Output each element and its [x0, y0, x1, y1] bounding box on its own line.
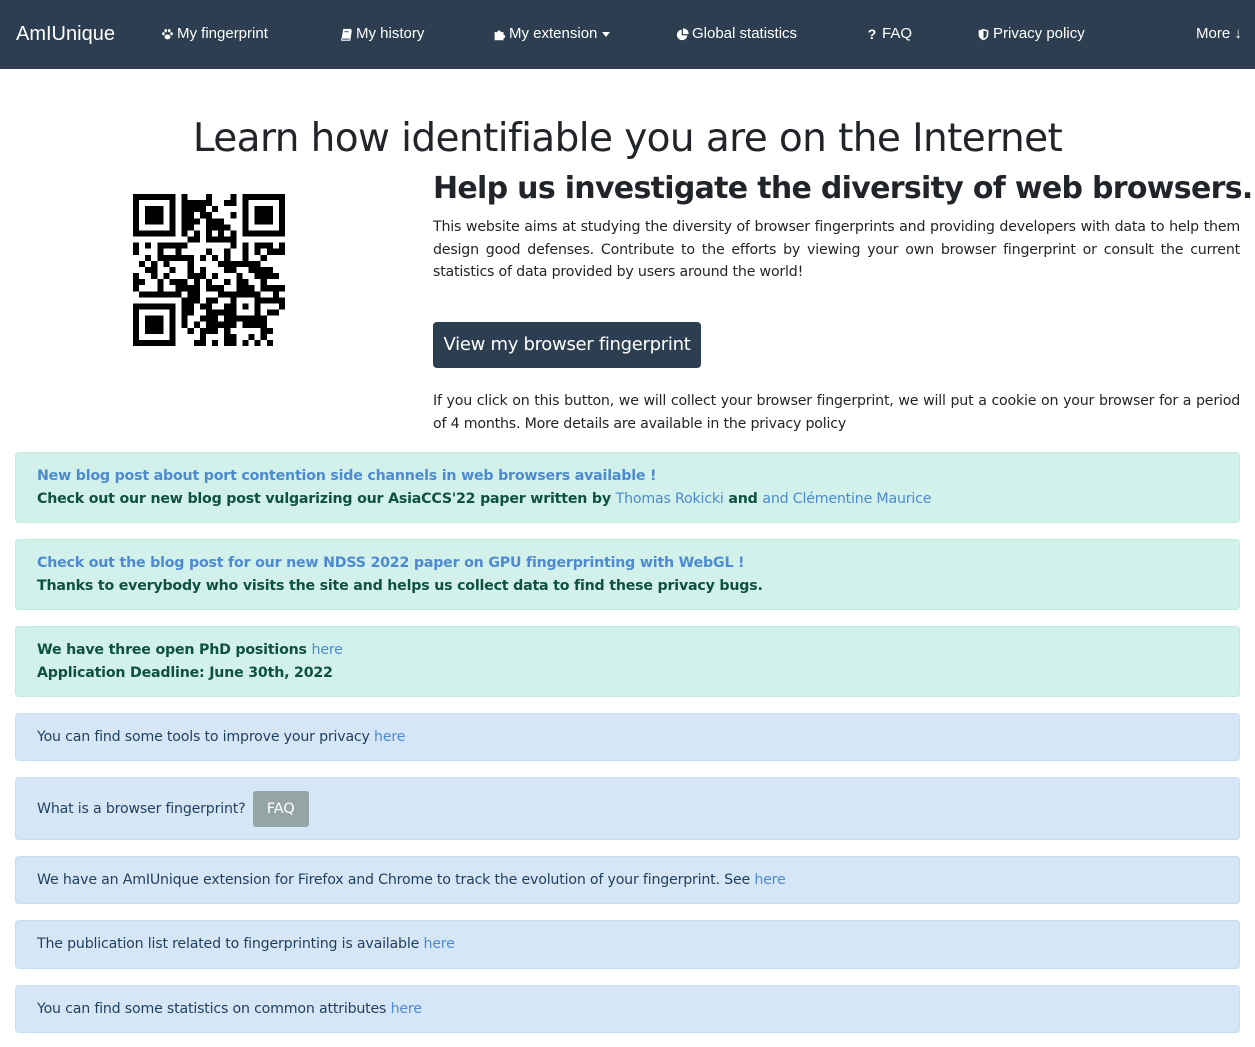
- alert-port-contention: New blog post about port contention side…: [15, 452, 1240, 523]
- what-is-text: What is a browser fingerprint?: [37, 801, 250, 817]
- blog-port-link[interactable]: New blog post about port contention side…: [37, 468, 656, 484]
- nav-faq-label: FAQ: [882, 25, 913, 42]
- alert-extension: We have an AmIUnique extension for Firef…: [15, 856, 1240, 904]
- blog-port-text: Check out our new blog post vulgarizing …: [37, 491, 616, 507]
- qr-code: [133, 194, 285, 346]
- blog-gpu-link[interactable]: Check out the blog post for our new NDSS…: [37, 555, 744, 571]
- nav-my-extension-label: My extension: [509, 25, 598, 42]
- alert-statistics: You can find some statistics on common a…: [15, 985, 1240, 1033]
- view-fingerprint-button[interactable]: View my browser fingerprint: [433, 322, 701, 368]
- question-icon: ?: [867, 26, 877, 42]
- nav-global-statistics-label: Global statistics: [692, 25, 798, 42]
- phd-deadline: Application Deadline: June 30th, 2022: [37, 665, 333, 681]
- page-subtitle: Help us investigate the diversity of web…: [433, 171, 1253, 206]
- brand-link[interactable]: AmIUnique: [16, 22, 115, 46]
- blog-port-and: and: [723, 491, 763, 507]
- nav-global-statistics[interactable]: Global statistics: [675, 24, 797, 44]
- author-maurice-link[interactable]: and Clémentine Maurice: [762, 491, 931, 507]
- publications-text: The publication list related to fingerpr…: [37, 936, 424, 952]
- statistics-here-link[interactable]: here: [391, 1001, 422, 1017]
- nav-my-history[interactable]: My history: [339, 24, 424, 44]
- author-rokicki-link[interactable]: Thomas Rokicki: [616, 491, 724, 507]
- statistics-text: You can find some statistics on common a…: [37, 1001, 391, 1017]
- nav-more[interactable]: More ↓: [1196, 24, 1242, 44]
- nav-my-extension[interactable]: My extension: [492, 24, 611, 44]
- phd-text: We have three open PhD positions: [37, 642, 312, 658]
- nav-my-fingerprint-label: My fingerprint: [177, 25, 268, 42]
- blog-gpu-text: Thanks to everybody who visits the site …: [37, 578, 763, 594]
- puzzle-icon: [492, 27, 506, 41]
- publications-here-link[interactable]: here: [423, 936, 454, 952]
- alert-gpu-fingerprinting: Check out the blog post for our new NDSS…: [15, 539, 1240, 610]
- alert-phd-positions: We have three open PhD positions here Ap…: [15, 626, 1240, 697]
- nav-privacy-policy[interactable]: Privacy policy: [976, 24, 1085, 44]
- alert-publications: The publication list related to fingerpr…: [15, 920, 1240, 969]
- nav-faq[interactable]: ? FAQ: [865, 24, 912, 44]
- nav-my-history-label: My history: [356, 25, 425, 42]
- nav-privacy-policy-label: Privacy policy: [993, 25, 1085, 42]
- pie-chart-icon: [675, 27, 689, 41]
- extension-text: We have an AmIUnique extension for Firef…: [37, 872, 755, 888]
- chevron-down-icon: [602, 31, 611, 37]
- tools-here-link[interactable]: here: [374, 729, 405, 745]
- intro-paragraph: This website aims at studying the divers…: [433, 219, 1240, 280]
- page-title: Learn how identifiable you are on the In…: [192, 116, 1063, 161]
- paw-icon: [160, 27, 174, 41]
- shield-icon: [976, 27, 990, 41]
- top-navbar: AmIUnique My fingerprint My history My e…: [0, 0, 1255, 69]
- tools-text: You can find some tools to improve your …: [37, 729, 375, 745]
- alert-what-is-fingerprint: What is a browser fingerprint? FAQ: [15, 777, 1240, 840]
- cookie-notice: If you click on this button, we will col…: [433, 393, 1240, 432]
- alert-privacy-tools: You can find some tools to improve your …: [15, 713, 1240, 761]
- book-icon: [339, 27, 353, 41]
- faq-button[interactable]: FAQ: [252, 791, 309, 827]
- phd-here-link[interactable]: here: [312, 642, 343, 658]
- nav-my-fingerprint[interactable]: My fingerprint: [160, 24, 268, 44]
- extension-here-link[interactable]: here: [754, 872, 785, 888]
